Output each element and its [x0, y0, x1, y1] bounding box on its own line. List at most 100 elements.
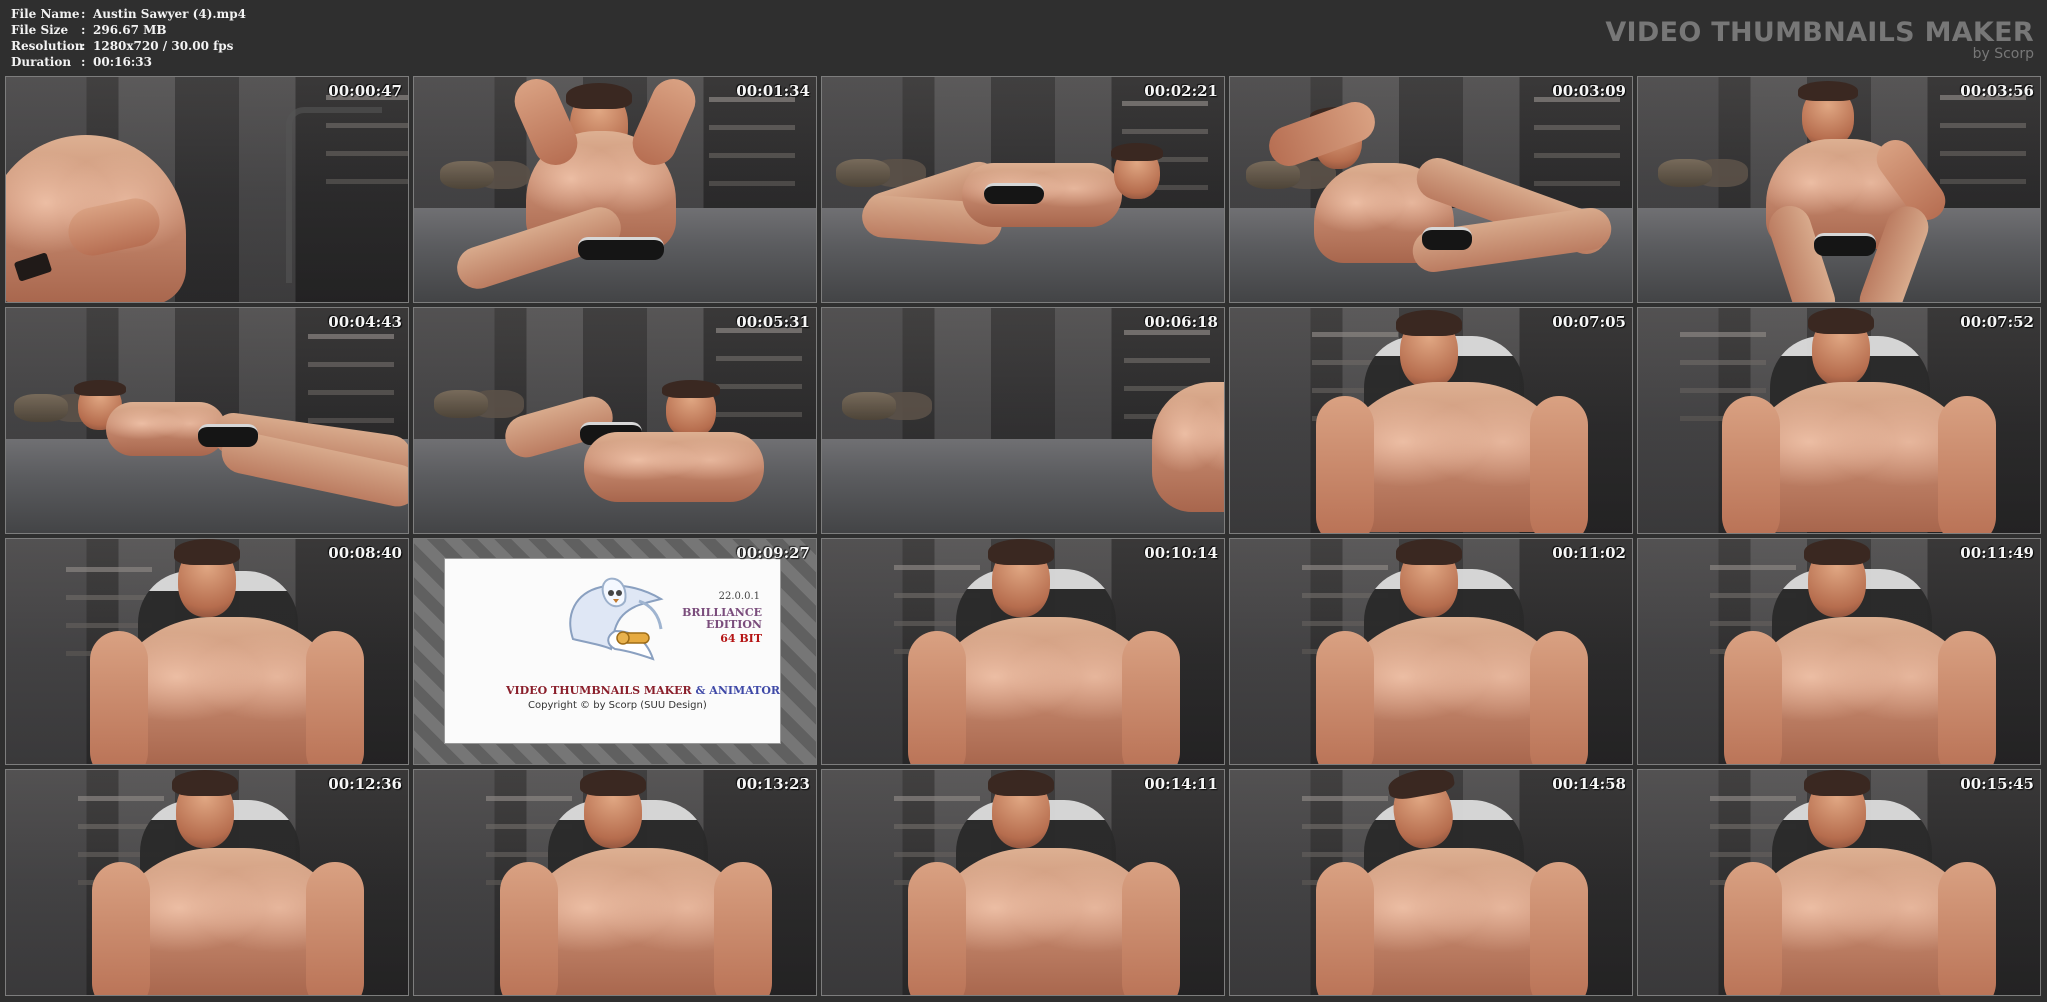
video-frame	[1638, 770, 2040, 995]
thumbnail-01[interactable]: 00:00:47	[5, 76, 409, 303]
metadata-label: Duration	[11, 55, 72, 69]
brand-subtitle: by Scorp	[1972, 46, 2034, 62]
splash-title-amp: & ANIMATOR	[695, 684, 781, 697]
splash-edition: BRILLIANCE EDITION	[682, 606, 762, 631]
video-frame	[6, 770, 408, 995]
metadata-row-file-size: File Size : 296.67 MB	[11, 22, 246, 38]
timestamp-label: 00:09:27	[736, 544, 810, 562]
person-hair	[1111, 143, 1163, 161]
thumbnail-14[interactable]: 00:11:02	[1229, 538, 1633, 765]
person-hair	[174, 539, 240, 565]
person-hair	[1396, 539, 1462, 565]
video-frame	[822, 77, 1224, 302]
timestamp-label: 00:14:11	[1144, 775, 1218, 793]
splash-title-main: VIDEO THUMBNAILS MAKER	[506, 684, 692, 697]
video-frame	[6, 539, 408, 764]
timestamp-label: 00:03:09	[1552, 82, 1626, 100]
person-arm	[306, 862, 364, 995]
video-frame	[1230, 77, 1632, 302]
timestamp-label: 00:04:43	[328, 313, 402, 331]
metadata-value: Austin Sawyer (4).mp4	[93, 7, 246, 21]
timestamp-label: 00:14:58	[1552, 775, 1626, 793]
shelf-decor	[1302, 565, 1388, 570]
person-arm	[908, 862, 966, 995]
pillow-decor	[14, 394, 68, 422]
shelf-decor	[486, 796, 572, 801]
person-arm	[90, 631, 148, 764]
underwear-decor	[984, 183, 1044, 204]
thumbnail-04[interactable]: 00:03:09	[1229, 76, 1633, 303]
thumbnail-15[interactable]: 00:11:49	[1637, 538, 2041, 765]
thumbnail-11[interactable]: 00:08:40	[5, 538, 409, 765]
shelf-decor	[1710, 796, 1796, 801]
thumbnail-13[interactable]: 00:10:14	[821, 538, 1225, 765]
person-arm	[1722, 396, 1780, 533]
person-arm	[908, 631, 966, 764]
person-hair	[1808, 308, 1874, 334]
thumbnail-18[interactable]: 00:14:11	[821, 769, 1225, 996]
splash-title: VIDEO THUMBNAILS MAKER & ANIMATOR	[506, 684, 780, 697]
person-arm	[1316, 396, 1374, 533]
person-arm	[1724, 631, 1782, 764]
metadata-row-file-name: File Name : Austin Sawyer (4).mp4	[11, 6, 246, 22]
underwear-decor	[198, 424, 258, 447]
metadata-label: File Name	[11, 7, 80, 21]
person-hair	[1804, 539, 1870, 565]
person-arm	[1724, 862, 1782, 995]
timestamp-label: 00:11:49	[1960, 544, 2034, 562]
pillow-decor	[434, 390, 488, 418]
splash-version: 22.0.0.1	[718, 591, 760, 602]
thumbnail-10[interactable]: 00:07:52	[1637, 307, 2041, 534]
splash-bitness: 64 BIT	[720, 632, 762, 645]
person-hair	[988, 539, 1054, 565]
chair-frame	[286, 107, 382, 283]
timestamp-label: 00:13:23	[736, 775, 810, 793]
thumbnail-19[interactable]: 00:14:58	[1229, 769, 1633, 996]
person-hair	[566, 83, 632, 109]
timestamp-label: 00:12:36	[328, 775, 402, 793]
brand-watermark: VIDEO THUMBNAILS MAKER by Scorp	[1605, 18, 2034, 62]
person-arm	[1530, 862, 1588, 995]
thumbnail-16[interactable]: 00:12:36	[5, 769, 409, 996]
person-partial	[1152, 382, 1224, 512]
pillow-decor	[842, 392, 896, 420]
metadata-value: 1280x720 / 30.00 fps	[93, 39, 234, 53]
thumbnail-08[interactable]: 00:06:18	[821, 307, 1225, 534]
person-arm	[1122, 631, 1180, 764]
person-hair	[662, 380, 720, 398]
shelf-decor	[1710, 565, 1796, 570]
timestamp-label: 00:03:56	[1960, 82, 2034, 100]
person-hair	[1396, 310, 1462, 336]
timestamp-label: 00:08:40	[328, 544, 402, 562]
thumbnail-06[interactable]: 00:04:43	[5, 307, 409, 534]
video-frame	[1638, 539, 2040, 764]
person-arm	[1316, 631, 1374, 764]
person-hair	[988, 770, 1054, 796]
timestamp-label: 00:05:31	[736, 313, 810, 331]
thumbnail-07[interactable]: 00:05:31	[413, 307, 817, 534]
thumbnail-03[interactable]: 00:02:21	[821, 76, 1225, 303]
underwear-decor	[1422, 227, 1472, 250]
shelf-decor	[1122, 101, 1208, 106]
video-frame	[1230, 539, 1632, 764]
thumbnail-17[interactable]: 00:13:23	[413, 769, 817, 996]
person-arm	[1938, 862, 1996, 995]
shelf-decor	[894, 565, 980, 570]
metadata-row-resolution: Resolution : 1280x720 / 30.00 fps	[11, 38, 246, 54]
thumbnail-05[interactable]: 00:03:56	[1637, 76, 2041, 303]
shelf-decor	[308, 334, 394, 339]
timestamp-label: 00:11:02	[1552, 544, 1626, 562]
video-frame	[1230, 308, 1632, 533]
thumbnail-12[interactable]: 22.0.0.1 BRILLIANCE EDITION 64 BIT VIDEO…	[413, 538, 817, 765]
thumbnail-02[interactable]: 00:01:34	[413, 76, 817, 303]
metadata-separator: :	[81, 55, 86, 69]
shelf-decor	[1680, 332, 1766, 337]
person-arm	[714, 862, 772, 995]
person-hair	[1798, 81, 1858, 101]
person-torso	[584, 432, 764, 502]
owl-logo-icon	[569, 577, 664, 661]
thumbnail-09[interactable]: 00:07:05	[1229, 307, 1633, 534]
thumbnail-20[interactable]: 00:15:45	[1637, 769, 2041, 996]
file-metadata: File Name : Austin Sawyer (4).mp4 File S…	[11, 6, 246, 70]
timestamp-label: 00:00:47	[328, 82, 402, 100]
